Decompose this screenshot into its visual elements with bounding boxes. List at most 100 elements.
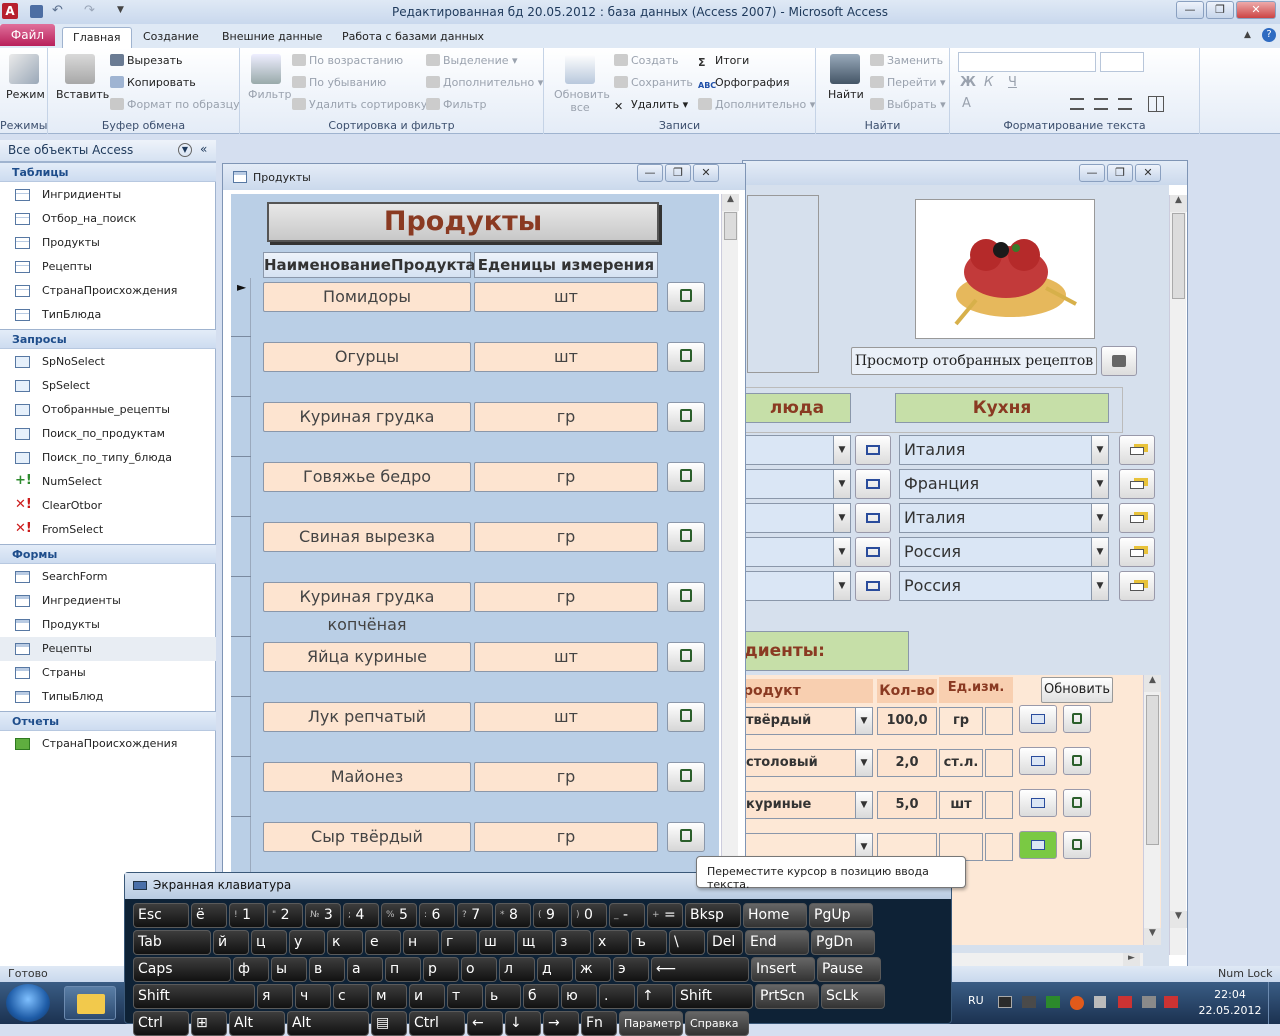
key-row1-2[interactable]: ! 1 (229, 903, 265, 928)
clock-time[interactable]: 22:04 (1208, 988, 1252, 1001)
product-name-field[interactable]: Сыр твёрдый (263, 822, 471, 852)
help-icon[interactable]: ? (1262, 28, 1276, 42)
ingredient-qty-field[interactable]: 2,0 (877, 749, 937, 777)
key-row2-1[interactable]: й (213, 930, 249, 955)
product-name-field[interactable]: Куриная грудка (263, 402, 471, 432)
key-row1-12[interactable]: _ - (609, 903, 645, 928)
key-row4-13[interactable]: PrtScn (755, 984, 819, 1009)
paste-button[interactable]: Вставить (56, 88, 109, 101)
front-close-button[interactable]: ✕ (693, 164, 719, 182)
nav-section-3[interactable]: Отчеты (0, 711, 216, 731)
product-name-field[interactable]: Говяжье бедро (263, 462, 471, 492)
nav-item[interactable]: SpSelect (0, 374, 216, 398)
tray-icon-2[interactable] (1022, 996, 1036, 1008)
key-row1-1[interactable]: ё (191, 903, 227, 928)
key-row3-14[interactable]: Pause (817, 957, 881, 982)
selection-button[interactable]: Выделение ▾ (426, 54, 518, 67)
cut-button[interactable]: Вырезать (110, 54, 182, 67)
key-row2-12[interactable]: ъ (631, 930, 667, 955)
nav-item[interactable]: Ингредиенты (0, 589, 216, 613)
delete-product-button[interactable] (667, 522, 705, 552)
product-unit-field[interactable]: гр (474, 522, 658, 552)
key-row1-15[interactable]: Home (743, 903, 807, 928)
cuisine-combo[interactable]: Италия ▼ (899, 503, 1109, 533)
nav-item[interactable]: СтранаПроисхождения (0, 279, 216, 303)
key-row2-4[interactable]: к (327, 930, 363, 955)
delete-product-button[interactable] (667, 642, 705, 672)
more-records-button[interactable]: Дополнительно ▾ (698, 98, 815, 111)
product-name-field[interactable]: Свиная вырезка (263, 522, 471, 552)
delete-product-button[interactable] (667, 402, 705, 432)
dropdown-arrow-icon[interactable]: ▼ (1091, 538, 1108, 566)
restore-button[interactable]: ❐ (1206, 1, 1234, 19)
key-row1-14[interactable]: Bksp (685, 903, 741, 928)
dropdown-arrow-icon[interactable]: ▼ (833, 538, 850, 566)
view-selected-recipes-button[interactable]: Просмотр отобранных рецептов (851, 347, 1097, 375)
nav-section-2[interactable]: Формы (0, 544, 216, 564)
open-dish-button[interactable] (855, 503, 891, 533)
key-row4-2[interactable]: ч (295, 984, 331, 1009)
copy-button[interactable]: Копировать (110, 76, 196, 89)
key-row3-8[interactable]: л (499, 957, 535, 982)
sort-desc-button[interactable]: По убыванию (292, 76, 386, 89)
ribbon-collapse-icon[interactable]: ▲ (1244, 30, 1251, 40)
key-row3-2[interactable]: ы (271, 957, 307, 982)
nav-item[interactable]: ТипБлюда (0, 303, 216, 327)
nav-item[interactable]: Поиск_по_продуктам (0, 422, 216, 446)
toggle-filter-button[interactable]: Фильтр (426, 98, 487, 111)
product-unit-field[interactable]: шт (474, 282, 658, 312)
product-unit-field[interactable]: шт (474, 702, 658, 732)
key-row1-11[interactable]: ) 0 (571, 903, 607, 928)
cuisine-combo[interactable]: Франция ▼ (899, 469, 1109, 499)
key-row2-3[interactable]: у (289, 930, 325, 955)
key-row2-6[interactable]: н (403, 930, 439, 955)
prod-scroll-thumb[interactable] (724, 212, 737, 240)
filter-button[interactable]: Фильтр (248, 88, 292, 101)
key-row4-12[interactable]: Shift (675, 984, 753, 1009)
dropdown-arrow-icon[interactable]: ▼ (833, 436, 850, 464)
ingredient-unit-field[interactable]: шт (939, 791, 983, 819)
delete-product-button[interactable] (667, 702, 705, 732)
network-icon[interactable] (1118, 996, 1132, 1008)
font-color-button[interactable]: A (962, 96, 971, 111)
select-button[interactable]: Выбрать ▾ (870, 98, 946, 111)
product-name-field[interactable]: Помидоры (263, 282, 471, 312)
ingredient-product-combo[interactable]: куриные (743, 791, 873, 819)
key-row2-5[interactable]: е (365, 930, 401, 955)
nav-item[interactable]: ✕! FromSelect (0, 518, 216, 542)
ing-scroll-up-icon[interactable]: ▲ (1144, 675, 1161, 692)
product-name-field[interactable]: Куриная грудка копчёная (263, 582, 471, 634)
delete-product-button[interactable] (667, 342, 705, 372)
dropdown-arrow-icon[interactable]: ▼ (1091, 504, 1108, 532)
tab-home[interactable]: Главная (62, 27, 132, 48)
key-row4-14[interactable]: ScLk (821, 984, 885, 1009)
key-row1-16[interactable]: PgUp (809, 903, 873, 928)
show-desktop-button[interactable] (1268, 982, 1280, 1024)
dropdown-arrow-icon[interactable]: ▼ (855, 750, 872, 776)
key-row4-6[interactable]: т (447, 984, 483, 1009)
nav-item[interactable]: Страны (0, 661, 216, 685)
key-row4-4[interactable]: м (371, 984, 407, 1009)
tab-database-tools[interactable]: Работа с базами данных (332, 27, 494, 48)
tray-icon-4[interactable] (1070, 996, 1084, 1010)
nav-item[interactable]: Отбор_на_поиск (0, 207, 216, 231)
key-row4-8[interactable]: б (523, 984, 559, 1009)
key-row1-9[interactable]: * 8 (495, 903, 531, 928)
dish-type-combo[interactable]: ▼ (743, 537, 851, 567)
save-record-button[interactable]: Сохранить (614, 76, 693, 89)
front-minimize-button[interactable]: — (637, 164, 663, 182)
tray-icon-1[interactable] (998, 996, 1012, 1008)
refresh-ingredients-button[interactable]: Обновить (1041, 677, 1113, 703)
nav-item[interactable]: Ингридиенты (0, 183, 216, 207)
key-row4-10[interactable]: . (599, 984, 635, 1009)
key-row2-9[interactable]: щ (517, 930, 553, 955)
nav-section-1[interactable]: Запросы (0, 329, 216, 349)
ingredient-unit-field[interactable]: гр (939, 707, 983, 735)
sort-asc-button[interactable]: По возрастанию (292, 54, 403, 67)
refresh-all-icon[interactable] (565, 54, 595, 84)
key-row2-10[interactable]: з (555, 930, 591, 955)
delete-product-button[interactable] (667, 822, 705, 852)
dropdown-arrow-icon[interactable]: ▼ (855, 708, 872, 734)
cuisine-combo[interactable]: Россия ▼ (899, 537, 1109, 567)
dropdown-arrow-icon[interactable]: ▼ (1091, 436, 1108, 464)
